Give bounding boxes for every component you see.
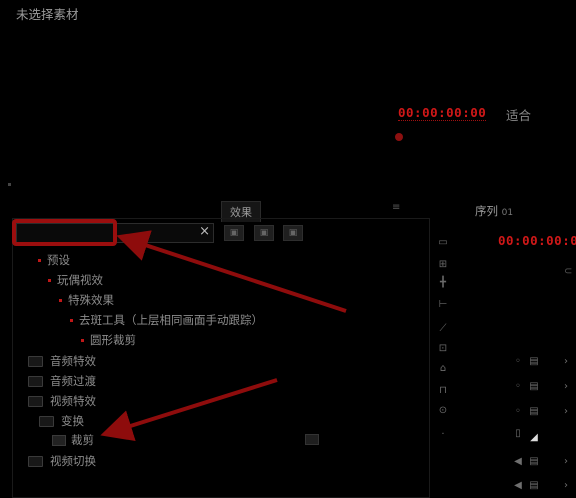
arrow-to-crop [100, 378, 278, 442]
arrow-to-search [116, 230, 347, 313]
search-highlight-box [12, 219, 117, 246]
annotation-overlay [12, 219, 347, 442]
